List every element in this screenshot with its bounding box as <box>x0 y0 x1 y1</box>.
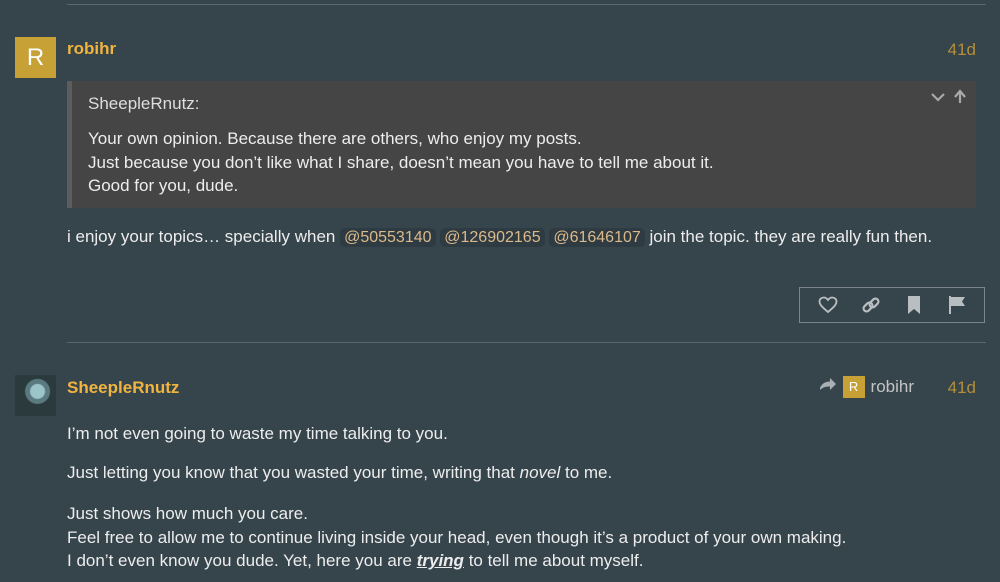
mention-link[interactable]: @126902165 <box>440 228 545 247</box>
text: Just letting you know that you wasted yo… <box>67 463 515 482</box>
heart-icon[interactable] <box>817 294 839 316</box>
post-paragraph: Just shows how much you care. Feel free … <box>67 502 846 573</box>
reply-username: robihr <box>870 377 914 396</box>
quote-text: Your own opinion. Because there are othe… <box>88 127 714 198</box>
avatar[interactable]: R <box>15 37 56 78</box>
post-body: i enjoy your topics… specially when @505… <box>67 227 932 247</box>
avatar[interactable] <box>15 375 56 416</box>
text-line: Just shows how much you care. <box>67 504 308 523</box>
arrow-up-icon[interactable] <box>952 89 968 110</box>
post-text-prefix: i enjoy your topics… specially when <box>67 227 336 246</box>
post-paragraph: Just letting you know that you wasted yo… <box>67 461 612 485</box>
reply-to-indicator[interactable]: R robihr <box>819 376 914 398</box>
mention-link[interactable]: @50553140 <box>340 228 436 247</box>
flag-icon[interactable] <box>946 294 968 316</box>
text: I don’t even know you dude. Yet, here yo… <box>67 551 412 570</box>
top-divider <box>67 4 986 5</box>
reply-avatar: R <box>842 376 865 398</box>
mention-link[interactable]: @61646107 <box>549 228 645 247</box>
emphasis-text: trying <box>416 551 464 570</box>
post-divider <box>67 342 986 343</box>
post-username[interactable]: robihr <box>67 39 116 59</box>
text-line: Feel free to allow me to continue living… <box>67 527 847 547</box>
quote-line: Your own opinion. Because there are othe… <box>88 129 582 148</box>
post-text-suffix: join the topic. they are really fun then… <box>649 227 933 246</box>
bookmark-icon[interactable] <box>903 294 925 316</box>
text: to tell me about myself. <box>468 551 644 570</box>
post-username[interactable]: SheepleRnutz <box>67 378 179 398</box>
quote-line: Good for you, dude. <box>88 176 239 195</box>
reply-arrow-icon <box>819 377 837 398</box>
post-actions <box>799 287 985 323</box>
chevron-down-icon[interactable] <box>930 89 946 110</box>
post-paragraph: I’m not even going to waste my time talk… <box>67 424 448 443</box>
quote-block: SheepleRnutz: Your own opinion. Because … <box>67 81 976 208</box>
emphasis-text: novel <box>519 463 561 482</box>
quote-author[interactable]: SheepleRnutz: <box>88 94 200 114</box>
text-line: I don’t even know you dude. Yet, here yo… <box>67 549 846 573</box>
quote-line: Just because you don’t like what I share… <box>88 152 714 172</box>
post-date[interactable]: 41d <box>948 40 976 60</box>
link-icon[interactable] <box>860 294 882 316</box>
post-date[interactable]: 41d <box>948 378 976 398</box>
text: to me. <box>565 463 613 482</box>
